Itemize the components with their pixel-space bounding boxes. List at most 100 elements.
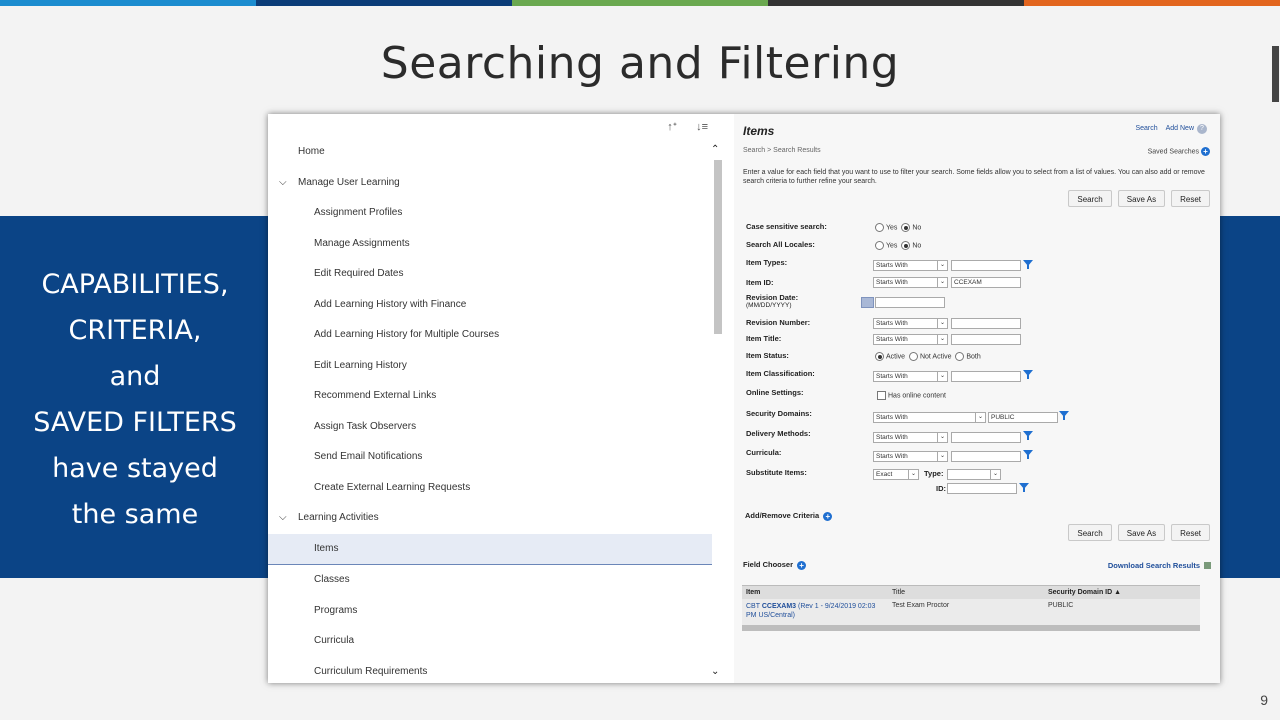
add-remove-criteria[interactable]: Add/Remove Criteria + <box>745 511 833 521</box>
status-not-active-radio[interactable] <box>908 352 918 361</box>
sort-icon[interactable]: ↓≡ <box>696 121 708 133</box>
save-as-button[interactable]: Save As <box>1117 524 1166 541</box>
field-chooser[interactable]: Field Chooser + <box>743 560 807 570</box>
reset-button[interactable]: Reset <box>1171 524 1210 541</box>
substitute-items-label: Substitute Items: <box>746 468 807 477</box>
nav-item-items[interactable]: Items <box>268 533 712 565</box>
plus-icon[interactable]: + <box>1201 147 1210 156</box>
nav-item-learning-activities[interactable]: ⌵ Learning Activities <box>268 503 712 534</box>
all-locales-no-radio[interactable] <box>901 241 911 250</box>
item-prefix: CBT <box>746 603 762 610</box>
nav-item-edit-required-dates[interactable]: Edit Required Dates <box>268 259 712 290</box>
plus-icon[interactable]: + <box>823 511 833 521</box>
nav-item-curriculum-requirements[interactable]: Curriculum Requirements <box>268 657 712 684</box>
breadcrumb: Search > Search Results <box>743 147 821 154</box>
saved-searches[interactable]: Saved Searches + <box>1148 147 1210 156</box>
nav-item-assignment-profiles[interactable]: Assignment Profiles <box>268 198 712 229</box>
case-sensitive-yes-radio[interactable] <box>875 223 884 232</box>
substitute-items-operator-select[interactable]: Exact ⌄ <box>873 469 919 480</box>
scroll-down-icon[interactable]: ⌄ <box>711 666 719 677</box>
item-types-operator-select[interactable]: Starts With ⌄ <box>873 260 948 271</box>
revision-number-input[interactable] <box>951 318 1021 329</box>
nav-item-label: Manage Assignments <box>314 237 410 249</box>
column-header-domain[interactable]: Security Domain ID ▲ <box>1048 589 1121 596</box>
scroll-up-icon[interactable]: ⌃ <box>711 144 719 155</box>
results-table: Item Title Security Domain ID ▲ CBT CCEX… <box>742 585 1200 631</box>
nav-item-curricula[interactable]: Curricula <box>268 626 712 657</box>
item-id-input[interactable]: CCEXAM <box>951 277 1021 288</box>
status-both-radio[interactable] <box>955 352 965 361</box>
search-button[interactable]: Search <box>1068 190 1112 207</box>
filter-icon[interactable] <box>1023 450 1033 459</box>
case-sensitive-no-radio[interactable] <box>901 223 911 232</box>
save-as-button[interactable]: Save As <box>1117 190 1166 207</box>
nav-list: Home ⌵ Manage User Learning Assignment Pr… <box>268 137 712 683</box>
item-id-label: Item ID: <box>746 278 774 287</box>
item-cell[interactable]: CBT CCEXAM3 (Rev 1 - 9/24/2019 02:03 PM … <box>746 602 881 620</box>
nav-item-recommend-links[interactable]: Recommend External Links <box>268 381 712 412</box>
window-scrollbar-thumb[interactable] <box>1272 46 1279 102</box>
security-domains-operator-select[interactable]: Starts With ⌄ <box>873 412 986 423</box>
curricula-label: Curricula: <box>746 448 782 457</box>
curricula-operator-select[interactable]: Starts With ⌄ <box>873 451 948 462</box>
search-button[interactable]: Search <box>1068 524 1112 541</box>
item-id-operator-select[interactable]: Starts With ⌄ <box>873 277 948 288</box>
item-classification-operator-select[interactable]: Starts With ⌄ <box>873 371 948 382</box>
item-title-operator-select[interactable]: Starts With ⌄ <box>873 334 948 345</box>
nav-item-assign-observers[interactable]: Assign Task Observers <box>268 412 712 443</box>
reset-button[interactable]: Reset <box>1171 190 1210 207</box>
chevron-down-icon: ⌄ <box>937 335 947 344</box>
select-value: Starts With <box>876 336 908 343</box>
chevron-down-icon[interactable]: ⌵ <box>279 503 287 534</box>
nav-item-create-external-requests[interactable]: Create External Learning Requests <box>268 473 712 504</box>
strip-segment-4 <box>768 0 1024 6</box>
delivery-methods-input[interactable] <box>951 432 1021 443</box>
chevron-down-icon[interactable]: ⌵ <box>279 168 287 199</box>
right-blue-band <box>1218 216 1280 578</box>
search-link[interactable]: Search <box>1135 125 1157 132</box>
security-domains-label: Security Domains: <box>746 409 812 418</box>
curricula-input[interactable] <box>951 451 1021 462</box>
nav-item-programs[interactable]: Programs <box>268 596 712 627</box>
substitute-id-input[interactable] <box>947 483 1017 494</box>
revision-date-input[interactable] <box>875 297 945 308</box>
item-types-input[interactable] <box>951 260 1021 271</box>
item-title-input[interactable] <box>951 334 1021 345</box>
nav-item-home[interactable]: Home <box>268 137 712 168</box>
nav-item-send-email[interactable]: Send Email Notifications <box>268 442 712 473</box>
column-header-item[interactable]: Item <box>746 589 760 596</box>
nav-item-manage-assignments[interactable]: Manage Assignments <box>268 229 712 260</box>
nav-item-edit-learning-history[interactable]: Edit Learning History <box>268 351 712 382</box>
filter-icon[interactable] <box>1059 411 1069 420</box>
nav-item-label: Manage User Learning <box>298 176 400 188</box>
filter-icon[interactable] <box>1023 431 1033 440</box>
select-value: Starts With <box>876 279 908 286</box>
filter-icon[interactable] <box>1023 370 1033 379</box>
download-results-link[interactable]: Download Search Results <box>1108 561 1200 570</box>
plus-icon[interactable]: + <box>797 560 807 570</box>
nav-item-label: Programs <box>314 604 358 616</box>
nav-scrollbar-thumb[interactable] <box>714 160 722 334</box>
expand-all-icon[interactable]: ↑ᐩ <box>667 121 677 133</box>
nav-item-label: Learning Activities <box>298 512 379 523</box>
excel-icon[interactable] <box>1204 562 1211 569</box>
nav-item-classes[interactable]: Classes <box>268 565 712 596</box>
add-new-link[interactable]: Add New <box>1166 125 1194 132</box>
nav-item-add-history-multiple[interactable]: Add Learning History for Multiple Course… <box>268 320 712 351</box>
revision-number-operator-select[interactable]: Starts With ⌄ <box>873 318 948 329</box>
security-domains-input[interactable]: PUBLIC <box>988 412 1058 423</box>
calendar-icon[interactable] <box>861 297 874 308</box>
status-active-radio[interactable] <box>875 352 884 361</box>
has-online-content-checkbox[interactable] <box>877 391 886 400</box>
substitute-type-select[interactable]: ⌄ <box>947 469 1001 480</box>
nav-item-manage-user-learning[interactable]: ⌵ Manage User Learning <box>268 168 712 199</box>
delivery-methods-operator-select[interactable]: Starts With ⌄ <box>873 432 948 443</box>
item-classification-input[interactable] <box>951 371 1021 382</box>
all-locales-yes-radio[interactable] <box>875 241 884 250</box>
filter-icon[interactable] <box>1019 483 1029 492</box>
nav-item-add-history-finance[interactable]: Add Learning History with Finance <box>268 290 712 321</box>
select-value: Starts With <box>876 434 908 441</box>
column-header-title[interactable]: Title <box>892 589 905 596</box>
filter-icon[interactable] <box>1023 260 1033 269</box>
help-icon[interactable]: ? <box>1197 124 1207 134</box>
